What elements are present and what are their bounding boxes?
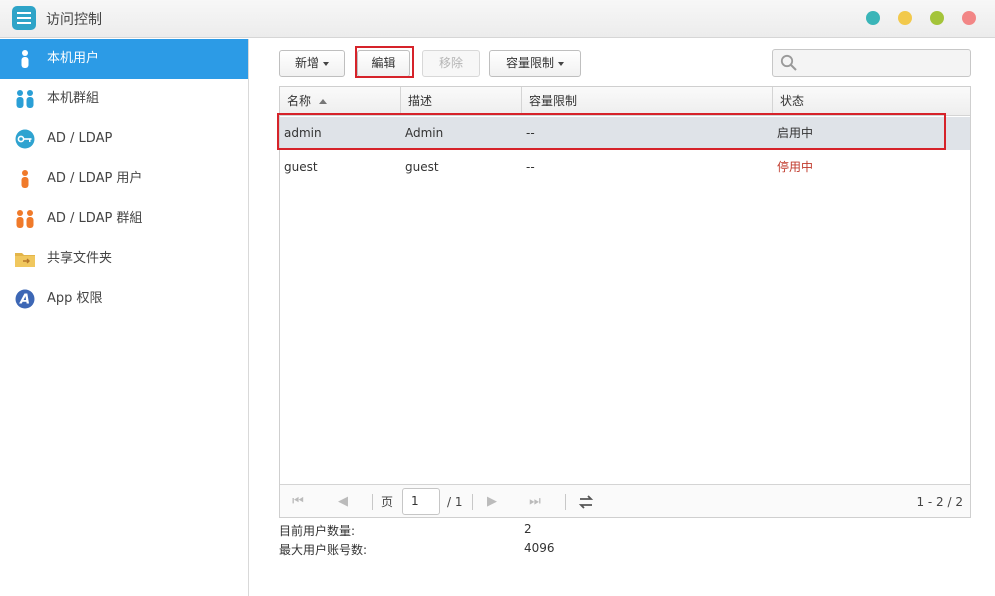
sidebar: 本机用户 本机群組 AD / LDAP AD / LDAP 用户 AD / LD… <box>0 39 249 596</box>
next-page-icon[interactable]: ▶ <box>484 494 500 510</box>
first-page-icon[interactable]: ⏮ <box>290 494 306 510</box>
group-icon <box>16 210 34 228</box>
column-header-label: 容量限制 <box>529 94 578 108</box>
svg-text:A: A <box>19 293 30 308</box>
column-header-label: 描述 <box>408 94 433 108</box>
key-icon <box>15 129 35 149</box>
search-input[interactable] <box>772 49 971 77</box>
add-button[interactable]: 新增 <box>279 50 345 77</box>
sidebar-item-local-groups[interactable]: 本机群組 <box>0 79 248 119</box>
red-window-button[interactable] <box>962 11 976 25</box>
sidebar-item-ad-ldap[interactable]: AD / LDAP <box>0 119 248 159</box>
yellow-window-button[interactable] <box>898 11 912 25</box>
sidebar-item-label: AD / LDAP 用户 <box>47 171 143 186</box>
record-range: 1 - 2 / 2 <box>916 495 963 509</box>
max-users-value: 4096 <box>524 541 555 555</box>
cell-status: 停用中 <box>777 160 814 174</box>
cell-quota: -- <box>526 126 535 140</box>
sidebar-item-ad-ldap-users[interactable]: AD / LDAP 用户 <box>0 159 248 199</box>
page-number-input[interactable]: 1 <box>402 488 440 515</box>
column-header-description[interactable]: 描述 <box>401 87 522 116</box>
column-header-label: 名称 <box>287 94 312 108</box>
pagination-bar: ⏮ ◀ 页 1 / 1 ▶ ⏭ 1 - 2 / 2 <box>280 484 970 517</box>
sidebar-item-label: App 权限 <box>47 291 103 306</box>
cell-quota: -- <box>526 160 535 174</box>
sidebar-item-ad-ldap-groups[interactable]: AD / LDAP 群組 <box>0 199 248 239</box>
column-header-status[interactable]: 状态 <box>773 87 970 116</box>
edit-button[interactable]: 編辑 <box>357 50 410 77</box>
quota-button-label: 容量限制 <box>505 56 554 70</box>
cell-name: admin <box>284 126 322 140</box>
cell-description: guest <box>405 160 439 174</box>
quota-button[interactable]: 容量限制 <box>489 50 581 77</box>
sidebar-item-local-users[interactable]: 本机用户 <box>0 39 248 79</box>
window-title: 访问控制 <box>46 12 102 28</box>
current-users-label: 目前用户数量: <box>279 524 356 538</box>
access-control-app-icon <box>12 6 36 30</box>
page-label: 页 <box>381 495 394 509</box>
sidebar-item-label: 共享文件夹 <box>47 251 113 266</box>
refresh-icon[interactable] <box>578 494 594 510</box>
table-row[interactable]: guest guest -- 停用中 <box>280 151 970 184</box>
column-header-name[interactable]: 名称 <box>280 87 401 116</box>
user-icon <box>21 170 29 188</box>
green-window-button[interactable] <box>930 11 944 25</box>
user-icon <box>21 50 29 68</box>
chevron-down-icon <box>323 61 329 66</box>
sidebar-item-label: AD / LDAP <box>47 131 113 146</box>
cell-description: Admin <box>405 126 444 140</box>
add-button-label: 新增 <box>294 56 319 70</box>
users-table: 名称 描述 容量限制 状态 admin Admin -- 启用中 guest g… <box>279 86 971 518</box>
table-row[interactable]: admin Admin -- 启用中 <box>280 117 970 150</box>
pager-divider <box>472 494 473 510</box>
pager-divider <box>565 494 566 510</box>
edit-button-label: 編辑 <box>371 56 396 70</box>
column-header-quota[interactable]: 容量限制 <box>522 87 773 116</box>
column-header-label: 状态 <box>780 94 805 108</box>
sidebar-item-label: AD / LDAP 群組 <box>47 211 143 226</box>
chevron-down-icon <box>558 61 564 66</box>
current-users-value: 2 <box>524 522 532 536</box>
sidebar-item-label: 本机用户 <box>47 51 100 66</box>
folder-icon <box>15 253 35 267</box>
previous-page-icon[interactable]: ◀ <box>335 494 351 510</box>
total-pages: / 1 <box>447 495 463 509</box>
teal-window-button[interactable] <box>866 11 880 25</box>
sort-ascending-icon <box>319 99 328 104</box>
pager-divider <box>372 494 373 510</box>
sidebar-item-app-permissions[interactable]: A App 权限 <box>0 279 248 319</box>
cell-status: 启用中 <box>777 126 814 140</box>
remove-button-label: 移除 <box>438 56 463 70</box>
group-icon <box>16 90 34 108</box>
sidebar-item-shared-folders[interactable]: 共享文件夹 <box>0 239 248 279</box>
cell-name: guest <box>284 160 318 174</box>
last-page-icon[interactable]: ⏭ <box>527 494 543 510</box>
search-icon <box>780 54 797 71</box>
table-header: 名称 描述 容量限制 状态 <box>280 87 970 116</box>
title-bar: 访问控制 <box>0 0 995 38</box>
sidebar-item-label: 本机群組 <box>47 91 100 106</box>
max-users-label: 最大用户账号数: <box>279 543 368 557</box>
remove-button[interactable]: 移除 <box>422 50 480 77</box>
app-icon: A <box>15 289 35 309</box>
